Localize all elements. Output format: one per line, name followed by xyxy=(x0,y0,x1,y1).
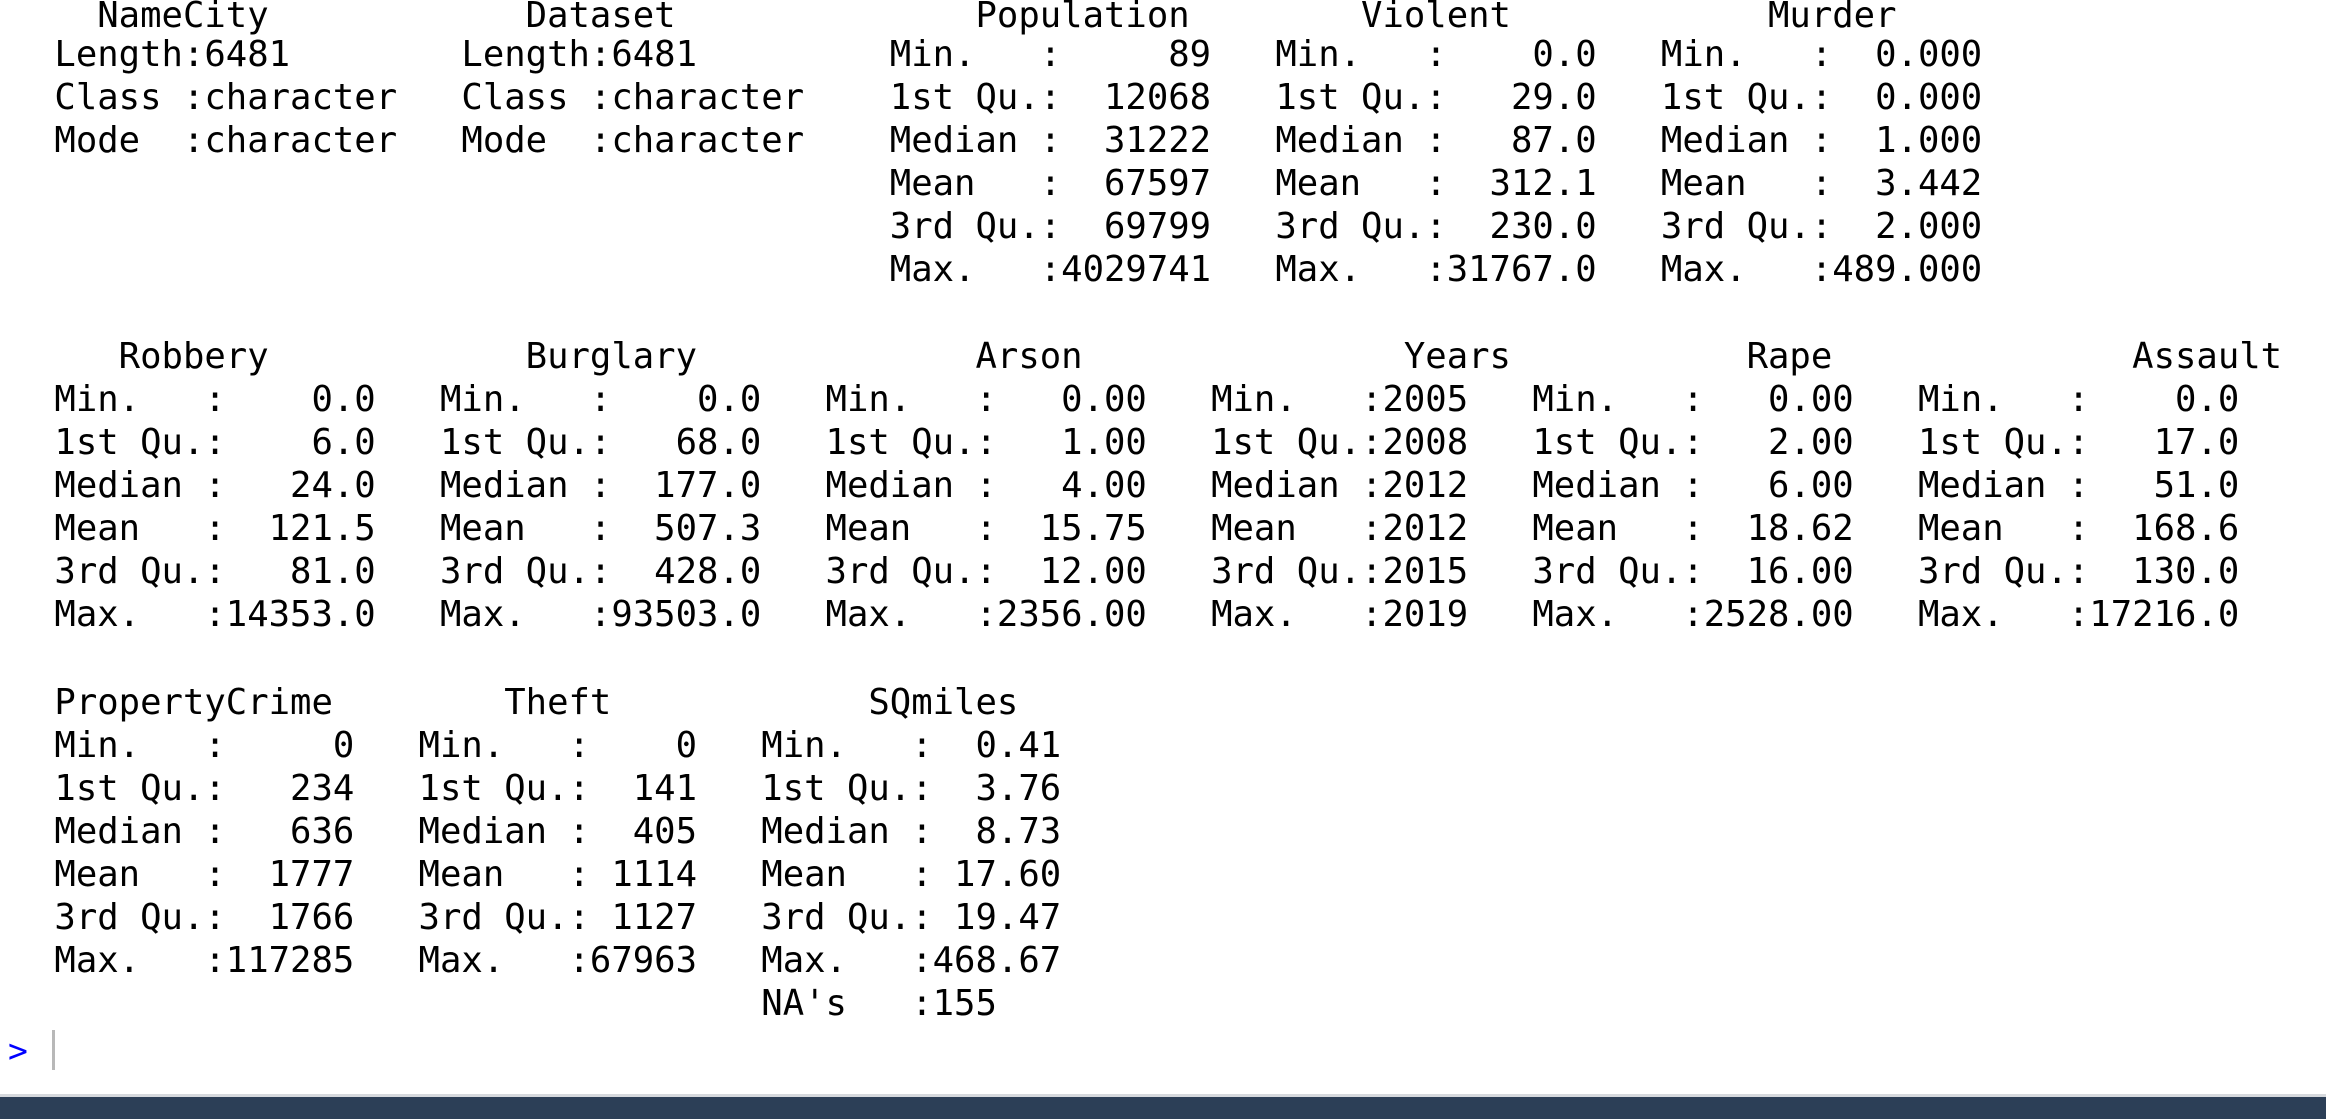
summary-row: 1st Qu.: 234 1st Qu.: 141 1st Qu.: 3.76 xyxy=(33,768,1062,809)
console-output[interactable]: NameCity Dataset Population Violent Murd… xyxy=(0,0,2326,1098)
column-header-row: Robbery Burglary Arson Years Rape Assaul… xyxy=(33,336,2283,377)
summary-row: Mean : 121.5 Mean : 507.3 Mean : 15.75 M… xyxy=(33,508,2240,549)
summary-row: NA's :155 xyxy=(33,983,997,1024)
summary-row: Max. :4029741 Max. :31767.0 Max. :489.00… xyxy=(33,249,1983,290)
summary-row: Mode :character Mode :character Median :… xyxy=(33,120,1983,161)
summary-row: Median : 24.0 Median : 177.0 Median : 4.… xyxy=(33,465,2240,506)
summary-row: Mean : 1777 Mean : 1114 Mean : 17.60 xyxy=(33,854,1062,895)
summary-row: 3rd Qu.: 69799 3rd Qu.: 230.0 3rd Qu.: 2… xyxy=(33,206,1983,247)
column-header-row: NameCity Dataset Population Violent Murd… xyxy=(33,0,1897,36)
summary-row: Class :character Class :character 1st Qu… xyxy=(33,77,1983,118)
prompt-symbol: > xyxy=(8,1030,28,1070)
summary-row: 3rd Qu.: 1766 3rd Qu.: 1127 3rd Qu.: 19.… xyxy=(33,897,1062,938)
taskbar-strip xyxy=(0,1097,2326,1119)
summary-row: Min. : 0.0 Min. : 0.0 Min. : 0.00 Min. :… xyxy=(33,379,2240,420)
summary-row: Max. :14353.0 Max. :93503.0 Max. :2356.0… xyxy=(33,594,2240,635)
summary-row: 1st Qu.: 6.0 1st Qu.: 68.0 1st Qu.: 1.00… xyxy=(33,422,2240,463)
summary-row: Length:6481 Length:6481 Min. : 89 Min. :… xyxy=(33,34,1983,75)
column-header-row: PropertyCrime Theft SQmiles xyxy=(33,682,1019,723)
summary-row: Median : 636 Median : 405 Median : 8.73 xyxy=(33,811,1062,852)
summary-row: Max. :117285 Max. :67963 Max. :468.67 xyxy=(33,940,1062,981)
summary-row: 3rd Qu.: 81.0 3rd Qu.: 428.0 3rd Qu.: 12… xyxy=(33,551,2240,592)
text-cursor xyxy=(51,1030,55,1070)
summary-row: Min. : 0 Min. : 0 Min. : 0.41 xyxy=(33,725,1062,766)
console-input-line[interactable]: > xyxy=(8,1027,55,1073)
summary-row: Mean : 67597 Mean : 312.1 Mean : 3.442 xyxy=(33,163,1983,204)
